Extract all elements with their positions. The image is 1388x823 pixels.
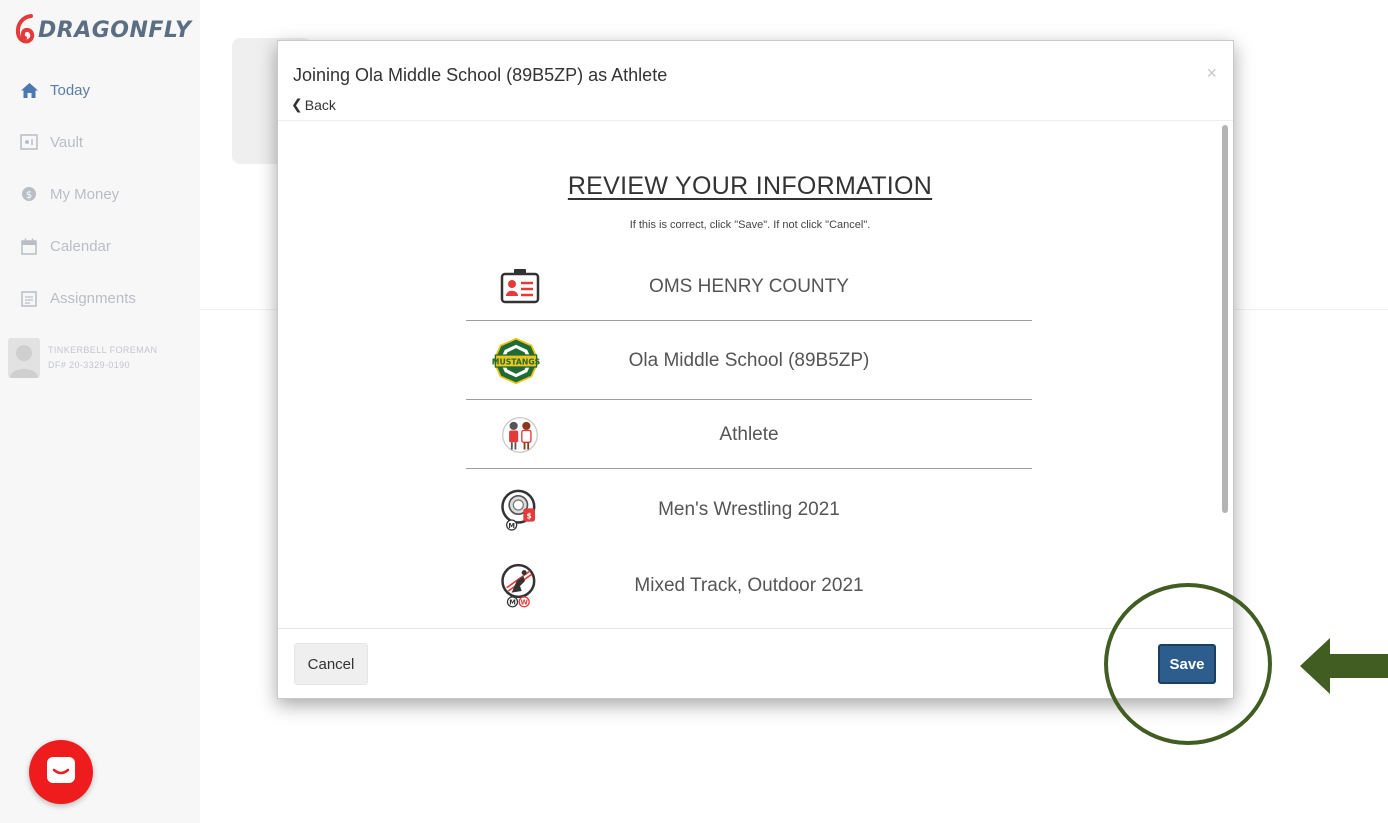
sidebar-item-calendar[interactable]: Calendar [0,220,200,272]
user-profile[interactable]: TINKERBELL FOREMAN DF# 20-3329-0190 [8,338,157,378]
svg-text:$: $ [26,190,32,201]
avatar [8,338,40,378]
highlight-circle [1104,583,1272,745]
review-heading: REVIEW YOUR INFORMATION [567,172,933,200]
vault-icon [20,133,38,151]
user-name: TINKERBELL FOREMAN [48,345,158,355]
user-id: DF# 20-3329-0190 [48,360,130,370]
chat-icon [46,756,76,789]
close-icon[interactable]: × [1206,63,1217,84]
sidebar-item-label: Assignments [50,289,136,307]
money-icon: $ [20,185,38,203]
review-row-label: Ola Middle School (89B5ZP) [628,349,870,371]
dragonfly-mark-icon [14,13,36,47]
review-row-school: MUSTANGS Ola Middle School (89B5ZP) [466,322,1032,400]
review-row-team-track: M W Mixed Track, Outdoor 2021 [466,548,1032,624]
brand-name: DRAGONFLY [38,17,192,43]
svg-text:W: W [520,599,528,607]
modal-scrollbar[interactable] [1222,125,1228,513]
back-label: Back [304,96,336,113]
sidebar-nav: Today Vault $ My Money Calendar Assignme… [0,64,200,324]
sidebar-item-vault[interactable]: Vault [0,116,200,168]
calendar-icon [20,237,38,255]
home-icon [20,81,38,99]
assignments-icon [20,289,38,307]
review-row-team-wrestling: $ M Men's Wrestling 2021 [466,472,1032,548]
sidebar-item-label: My Money [50,185,120,203]
modal-footer: Cancel Save [278,628,1233,698]
chat-launcher-button[interactable] [29,740,93,804]
svg-text:M: M [508,522,515,530]
review-row-role: Athlete [466,401,1032,469]
review-row-label: OMS HENRY COUNTY [649,275,849,297]
sidebar-item-assignments[interactable]: Assignments [0,272,200,324]
review-row-organization: OMS HENRY COUNTY [466,253,1032,321]
chevron-left-icon: ❮ [291,96,303,112]
sidebar-item-today[interactable]: Today [0,64,200,116]
sidebar-item-my-money[interactable]: $ My Money [0,168,200,220]
sidebar-item-label: Vault [50,133,84,151]
review-row-label: Mixed Track, Outdoor 2021 [634,575,864,596]
cancel-button[interactable]: Cancel [294,643,368,685]
review-row-label: Men's Wrestling 2021 [658,499,840,520]
review-row-label: Athlete [719,423,779,445]
user-info: TINKERBELL FOREMAN DF# 20-3329-0190 [48,343,157,373]
sidebar-item-label: Today [50,81,91,99]
modal-body: REVIEW YOUR INFORMATION If this is corre… [278,122,1233,629]
back-link[interactable]: ❮ Back [291,96,336,113]
arrow-left-icon [1300,638,1388,694]
modal-title: Joining Ola Middle School (89B5ZP) as At… [293,65,668,85]
dragonfly-logo[interactable]: DRAGONFLY [14,12,191,48]
sidebar-item-label: Calendar [50,237,111,255]
join-modal: Joining Ola Middle School (89B5ZP) as At… [277,40,1234,699]
svg-text:M: M [509,599,516,607]
review-instructions: If this is correct, click "Save". If not… [629,219,871,231]
sidebar: DRAGONFLY Today Vault $ My Money Calenda… [0,0,200,823]
modal-header: Joining Ola Middle School (89B5ZP) as At… [278,41,1233,121]
